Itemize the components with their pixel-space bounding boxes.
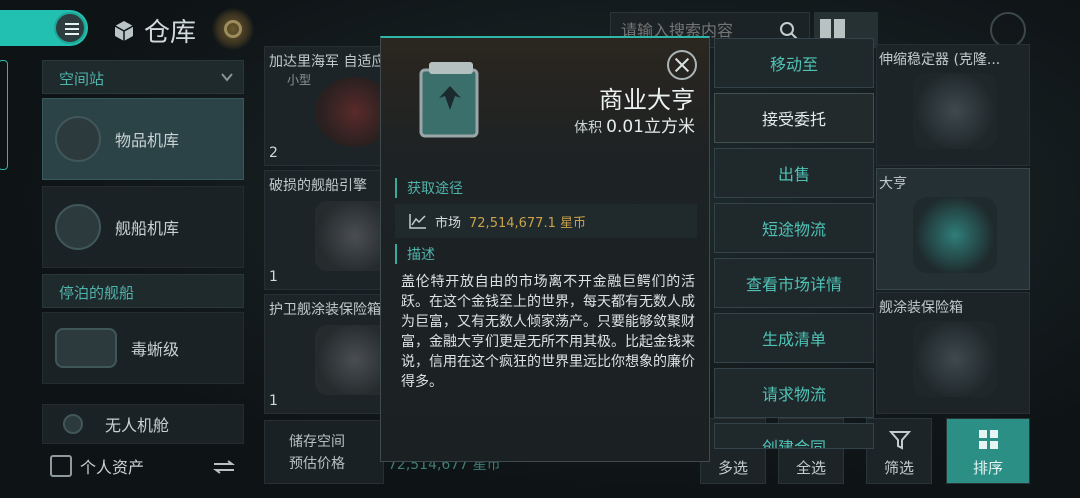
swap-icon[interactable] bbox=[212, 460, 236, 474]
sort-button[interactable]: 排序 bbox=[946, 418, 1030, 484]
item-name: 大亨 bbox=[879, 176, 907, 192]
action-short-logistics[interactable]: 短途物流 bbox=[714, 203, 874, 253]
filter-label: 筛选 bbox=[883, 459, 914, 477]
personal-assets-button[interactable]: 个人资产 bbox=[50, 454, 144, 478]
sort-icon bbox=[979, 430, 998, 449]
market-label: 市场 bbox=[435, 215, 462, 231]
select-all-label: 全选 bbox=[795, 459, 826, 477]
sidebar-item-drone-bay[interactable]: 无人机舱 bbox=[42, 404, 244, 444]
personal-assets-label: 个人资产 bbox=[80, 458, 145, 477]
item-card[interactable]: 大亨 bbox=[876, 168, 1030, 290]
action-sell[interactable]: 出售 bbox=[714, 148, 874, 198]
item-name: 舰涂装保险箱 bbox=[879, 300, 963, 316]
section-station[interactable]: 空间站 bbox=[42, 60, 244, 94]
sidebar-item-label: 无人机舱 bbox=[105, 416, 170, 435]
ship-icon bbox=[55, 204, 101, 250]
item-name: 伸缩稳定器 (克隆... bbox=[879, 52, 1001, 68]
page-title: 仓库 bbox=[112, 12, 196, 49]
action-accept-contract[interactable]: 接受委托 bbox=[714, 93, 874, 143]
sidebar-item-ship[interactable]: 毒蜥级 bbox=[42, 312, 244, 384]
item-count: 1 bbox=[269, 269, 278, 285]
item-thumbnail bbox=[913, 197, 997, 273]
close-icon[interactable] bbox=[990, 12, 1026, 48]
source-section-label: 获取途径 bbox=[395, 178, 463, 198]
sort-label: 排序 bbox=[972, 459, 1003, 477]
page-title-text: 仓库 bbox=[144, 18, 197, 48]
sidebar-item-label: 毒蜥级 bbox=[131, 340, 180, 359]
contract-item-icon bbox=[419, 62, 479, 138]
close-icon[interactable] bbox=[667, 50, 697, 80]
action-label: 创建合同 bbox=[761, 438, 826, 449]
action-create-list[interactable]: 生成清单 bbox=[714, 313, 874, 363]
action-label: 请求物流 bbox=[761, 385, 826, 404]
section-label: 停泊的舰船 bbox=[59, 284, 135, 302]
price-label: 预估价格 bbox=[289, 456, 345, 472]
section-label: 空间站 bbox=[59, 70, 105, 88]
action-label: 出售 bbox=[777, 165, 810, 184]
item-thumbnail bbox=[913, 73, 997, 149]
sidebar-item-ship-hangar[interactable]: 舰船机库 bbox=[42, 186, 244, 268]
target-icon[interactable] bbox=[212, 8, 254, 50]
volume-value: 0.01立方米 bbox=[606, 117, 695, 137]
item-description: 盖伦特开放自由的市场离不开金融巨鳄们的活跃。在这个金钱至上的世界，每天都有无数人… bbox=[401, 274, 695, 390]
safe-icon bbox=[50, 455, 72, 477]
volume-label: 体积 bbox=[574, 120, 603, 136]
section-docked-ships[interactable]: 停泊的舰船 bbox=[42, 274, 244, 308]
item-card[interactable]: 伸缩稳定器 (克隆... bbox=[876, 44, 1030, 166]
item-title: 商业大亨 bbox=[599, 86, 695, 114]
item-count: 2 bbox=[269, 145, 278, 161]
box-icon bbox=[55, 116, 101, 162]
multi-select-label: 多选 bbox=[717, 459, 748, 477]
filter-button[interactable]: 筛选 bbox=[866, 418, 932, 484]
item-card[interactable]: 舰涂装保险箱 bbox=[876, 292, 1030, 414]
sidebar-item-label: 物品机库 bbox=[115, 131, 180, 150]
market-source-row[interactable]: 市场 72,514,677.1 星币 bbox=[395, 204, 697, 238]
action-label: 接受委托 bbox=[761, 110, 826, 129]
menu-icon bbox=[54, 12, 86, 44]
action-label: 查看市场详情 bbox=[745, 275, 842, 294]
description-section-label: 描述 bbox=[395, 244, 435, 264]
action-create-contract[interactable]: 创建合同 bbox=[714, 423, 874, 449]
item-detail-popup: 商业大亨 体积 0.01立方米 获取途径 市场 72,514,677.1 星币 描… bbox=[380, 36, 710, 462]
sidebar-item-item-hangar[interactable]: 物品机库 bbox=[42, 98, 244, 180]
cube-icon bbox=[114, 20, 134, 41]
item-thumbnail bbox=[913, 321, 997, 397]
sidebar-item-label: 舰船机库 bbox=[115, 219, 180, 238]
action-request-logistics[interactable]: 请求物流 bbox=[714, 368, 874, 418]
action-move-to[interactable]: 移动至 bbox=[714, 38, 874, 88]
action-label: 移动至 bbox=[769, 55, 818, 74]
chevron-down-icon bbox=[221, 73, 233, 82]
item-volume: 体积 0.01立方米 bbox=[574, 112, 695, 137]
item-count: 1 bbox=[269, 393, 278, 409]
action-market-details[interactable]: 查看市场详情 bbox=[714, 258, 874, 308]
storage-label: 储存空间 bbox=[289, 434, 345, 450]
market-value: 72,514,677.1 星币 bbox=[469, 215, 586, 231]
storage-info: 储存空间 预估价格 bbox=[264, 420, 384, 484]
menu-button[interactable] bbox=[0, 10, 88, 46]
drone-icon bbox=[63, 414, 83, 434]
chart-line-icon bbox=[409, 214, 426, 229]
action-label: 生成清单 bbox=[761, 330, 826, 349]
sidebar-edge bbox=[0, 60, 8, 170]
filter-icon bbox=[889, 431, 911, 450]
ship-thumbnail bbox=[55, 328, 117, 368]
action-label: 短途物流 bbox=[761, 220, 826, 239]
